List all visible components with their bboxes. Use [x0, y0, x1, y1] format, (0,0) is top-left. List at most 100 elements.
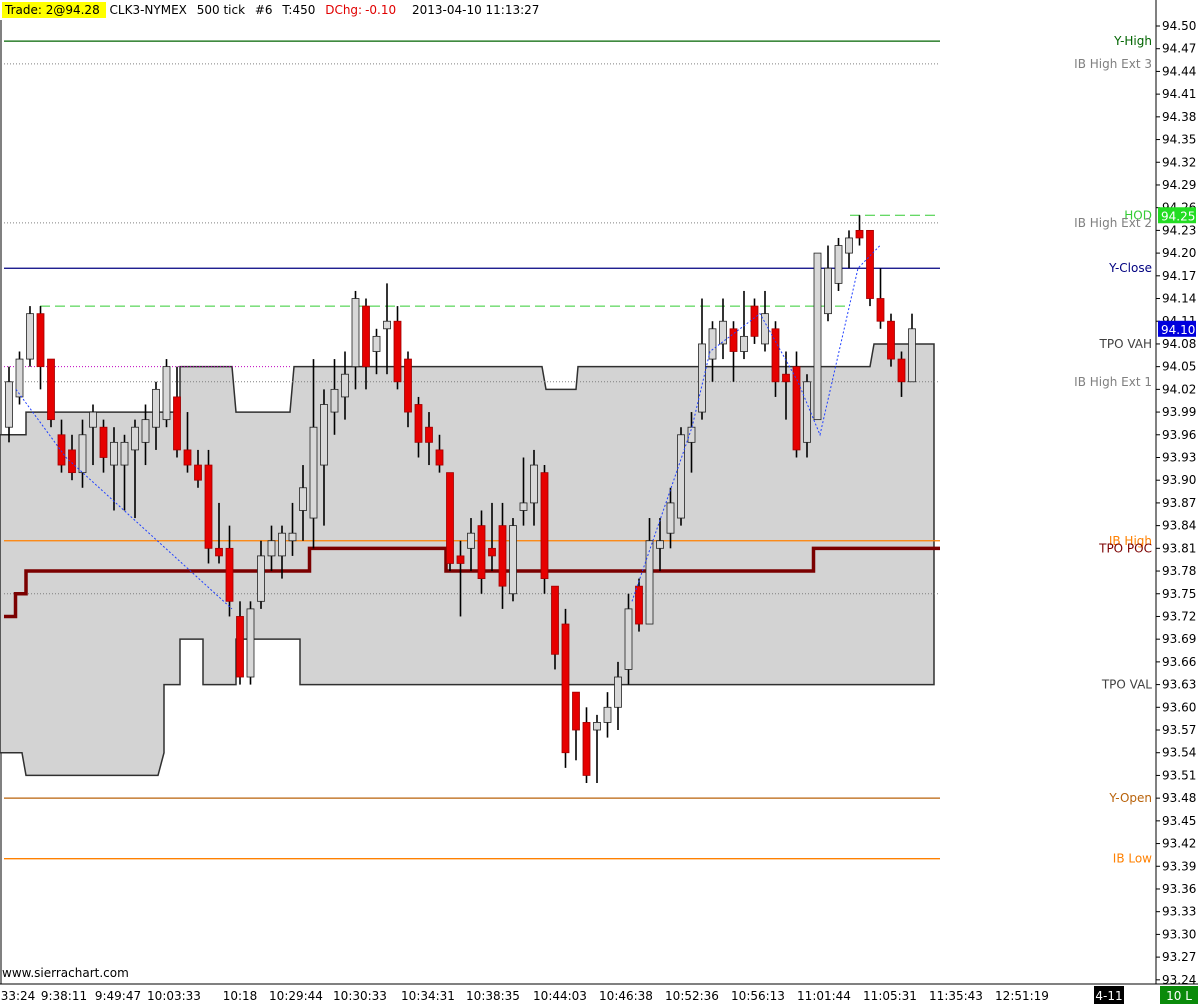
- candle-body: [582, 722, 591, 776]
- y-tick-label: 93.96: [1162, 428, 1196, 442]
- x-tick-label: 10:03:33: [147, 989, 201, 1003]
- y-tick-label: 93.81: [1162, 541, 1196, 555]
- candle-body: [771, 328, 780, 383]
- candle-body: [89, 411, 97, 428]
- x-tick-label: 11:35:43: [929, 989, 983, 1003]
- candle-body: [467, 532, 475, 549]
- candle-body: [351, 298, 360, 368]
- y-tick-label: 93.27: [1162, 950, 1196, 964]
- y-tick-label: 93.45: [1162, 814, 1196, 828]
- x-tick-label: 10:29:44: [269, 989, 323, 1003]
- candle-body: [5, 381, 13, 428]
- y-tick-label: 93.60: [1162, 700, 1196, 714]
- candle-body: [666, 502, 675, 534]
- y-tick-label: 94.38: [1162, 110, 1196, 124]
- y-tick-label: 94.44: [1162, 64, 1196, 78]
- candle-body: [173, 396, 181, 451]
- candle-body: [204, 464, 213, 549]
- x-tick-label: 9:49:47: [95, 989, 141, 1003]
- candle-body: [803, 381, 811, 443]
- x-tick-label: 9:38:11: [41, 989, 87, 1003]
- y-tick-label: 93.39: [1162, 859, 1196, 873]
- y-tick-label: 93.84: [1162, 519, 1196, 533]
- candle-body: [236, 616, 244, 678]
- candle-body: [614, 676, 622, 708]
- candle-body: [551, 585, 559, 655]
- candle-body: [593, 722, 601, 731]
- candle-body: [813, 252, 822, 421]
- candle-body: [855, 229, 864, 239]
- y-tick-label: 94.08: [1162, 337, 1196, 351]
- candle-body: [278, 532, 286, 557]
- y-tick-label: 94.02: [1162, 382, 1196, 396]
- candle-body: [330, 388, 339, 413]
- price-chart[interactable]: 94.50 94.47 94.44 94.41 94.38 94.35 94.32 94.29…: [0, 0, 1198, 1004]
- candle-body: [57, 434, 66, 466]
- level-label: Y-Close: [1108, 261, 1152, 275]
- candle-body: [288, 532, 297, 542]
- candle-body: [540, 472, 549, 580]
- y-tick-label: 93.33: [1162, 905, 1196, 919]
- y-tick-label: 93.48: [1162, 791, 1196, 805]
- candle-body: [866, 229, 874, 299]
- candle-body: [299, 487, 307, 511]
- candle-body: [719, 320, 727, 345]
- candle-body: [897, 358, 906, 383]
- candle-body: [446, 472, 454, 564]
- x-tick-label: 12:51:19: [995, 989, 1049, 1003]
- y-tick-label: 94.23: [1162, 223, 1196, 237]
- price-marker-label: 94.10: [1161, 323, 1195, 337]
- y-tick-label: 93.57: [1162, 723, 1196, 737]
- level-label: IB High Ext 1: [1074, 375, 1152, 389]
- level-label: IB Low: [1113, 852, 1152, 866]
- candle-body: [78, 434, 87, 474]
- y-tick-label: 93.69: [1162, 632, 1196, 646]
- candle-body: [215, 547, 223, 557]
- x-tick-label: 10:44:03: [533, 989, 587, 1003]
- candle-body: [708, 328, 717, 360]
- candle-body: [792, 366, 801, 451]
- y-tick-label: 93.42: [1162, 837, 1196, 851]
- y-tick-label: 94.47: [1162, 42, 1196, 56]
- x-tick-label: 10:34:31: [401, 989, 455, 1003]
- level-label: Y-High: [1113, 34, 1152, 48]
- candle-body: [572, 691, 580, 731]
- y-tick-label: 93.54: [1162, 746, 1196, 760]
- y-tick-label: 93.99: [1162, 405, 1196, 419]
- candle-body: [603, 706, 612, 723]
- candle-body: [341, 373, 349, 398]
- candle-body: [740, 335, 748, 352]
- candle-body: [267, 540, 276, 557]
- price-marker-label: 94.25: [1161, 209, 1195, 223]
- candle-body: [677, 434, 685, 519]
- candle-body: [908, 328, 916, 383]
- candle-body: [26, 313, 34, 360]
- candle-body: [729, 328, 738, 352]
- candle-body: [456, 555, 465, 564]
- x-tick-label: 10:30:33: [333, 989, 387, 1003]
- y-tick-label: 93.90: [1162, 473, 1196, 487]
- x-tick-label: 11:01:44: [797, 989, 851, 1003]
- candle-body: [824, 267, 832, 315]
- y-tick-label: 93.30: [1162, 927, 1196, 941]
- candle-body: [47, 358, 55, 421]
- level-label: IB High Ext 3: [1074, 57, 1152, 71]
- level-label: Y-Open: [1108, 791, 1152, 805]
- candle-body: [845, 237, 853, 254]
- candle-body: [477, 525, 486, 580]
- candle-body: [645, 540, 654, 625]
- watermark: www.sierrachart.com: [2, 966, 129, 980]
- y-tick-label: 94.17: [1162, 269, 1196, 283]
- y-tick-label: 94.35: [1162, 133, 1196, 147]
- y-tick-label: 93.36: [1162, 882, 1196, 896]
- candle-body: [782, 373, 790, 383]
- candle-body: [488, 547, 496, 557]
- y-tick-label: 93.75: [1162, 587, 1196, 601]
- candle-body: [99, 426, 108, 458]
- y-tick-label: 93.51: [1162, 768, 1196, 782]
- candle-body: [383, 320, 391, 330]
- y-tick-label: 93.93: [1162, 450, 1196, 464]
- candle-body: [320, 404, 328, 466]
- y-tick-label: 94.14: [1162, 292, 1196, 306]
- candle-body: [110, 441, 118, 466]
